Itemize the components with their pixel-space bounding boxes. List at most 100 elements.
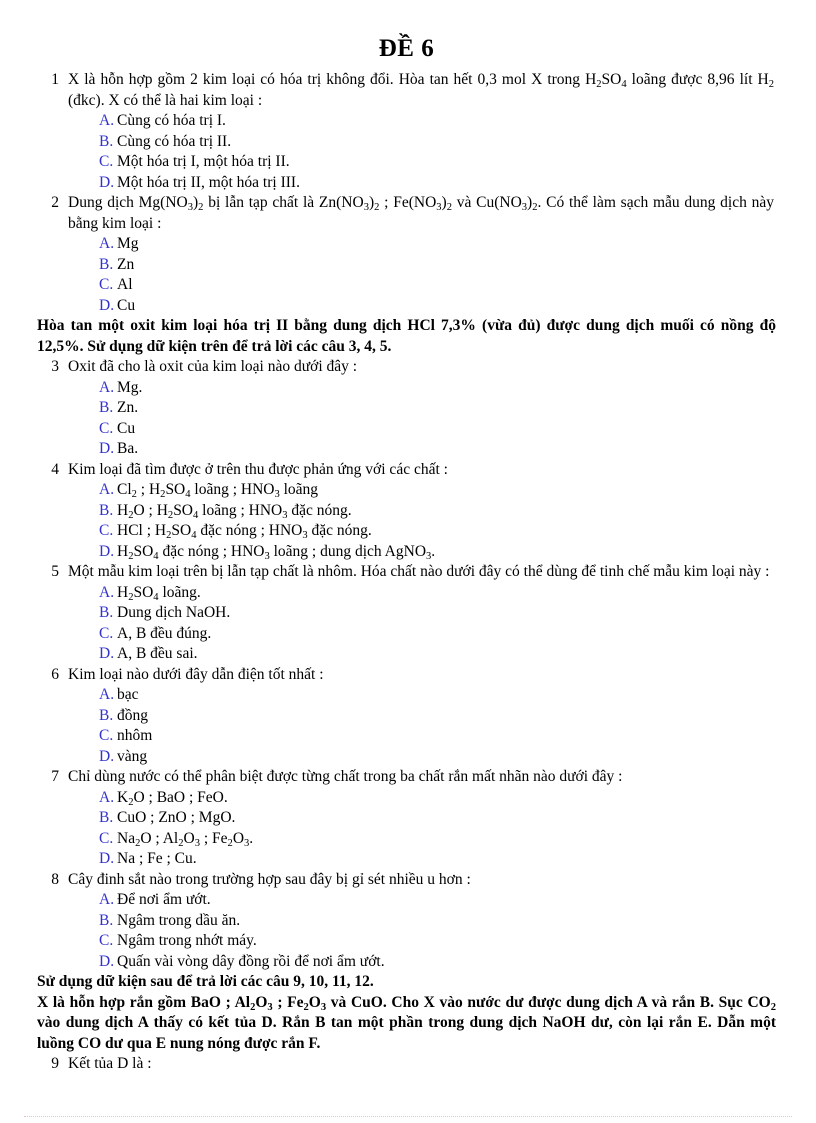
exam-page: ĐỀ 6 1 X là hỗn hợp gồm 2 kim loại có hóa…: [0, 0, 816, 1123]
question-number: 8: [51, 870, 59, 888]
option-D[interactable]: D. Cu: [99, 296, 776, 317]
option-letter: D.: [99, 850, 115, 867]
question-text: Kim loại nào dưới đây dẫn điện tốt nhất …: [68, 665, 324, 683]
option-letter: C.: [99, 276, 114, 293]
option-D[interactable]: D. Na ; Fe ; Cu.: [99, 849, 776, 870]
option-text: Ngâm trong dầu ăn.: [117, 911, 241, 929]
option-B[interactable]: B. Dung dịch NaOH.: [99, 603, 776, 624]
option-text: bạc: [117, 686, 139, 703]
option-A[interactable]: A. Mg: [99, 234, 776, 255]
option-A[interactable]: A. Cùng có hóa trị I.: [99, 111, 776, 132]
option-text: Mg: [117, 235, 139, 252]
option-B[interactable]: B. Zn.: [99, 398, 776, 419]
option-letter: B.: [99, 604, 114, 621]
option-text: H2SO4 đặc nóng ; HNO3 loãng ; dung dịch …: [117, 542, 436, 562]
question-text: Một mẫu kim loại trên bị lẫn tạp chất là…: [68, 563, 770, 580]
option-text: Na2O ; Al2O3 ; Fe2O3.: [117, 829, 254, 849]
option-letter: D.: [99, 542, 115, 560]
question-9: 9 Kết tủa D là :: [37, 1054, 776, 1075]
option-C[interactable]: C. Na2O ; Al2O3 ; Fe2O3.: [99, 829, 776, 850]
option-letter: B.: [99, 706, 114, 724]
question-7: 7 Chỉ dùng nước có thể phân biệt được từn…: [37, 767, 776, 870]
option-list: A. Cùng có hóa trị I. B. Cùng có hóa trị II…: [68, 111, 776, 193]
option-C[interactable]: C. HCl ; H2SO4 đặc nóng ; HNO3 đặc nóng.: [99, 521, 776, 542]
option-text: Cu: [117, 419, 136, 437]
option-text: Al: [117, 276, 133, 293]
option-B[interactable]: B. Zn: [99, 255, 776, 276]
option-B[interactable]: B. Cùng có hóa trị II.: [99, 132, 776, 153]
question-number: 2: [51, 194, 59, 211]
question-5: 5 Một mẫu kim loại trên bị lẫn tạp chất l…: [37, 562, 776, 665]
instruction-paragraph: X là hỗn hợp rắn gồm BaO ; Al2O3 ; Fe2O3…: [37, 993, 776, 1052]
option-C[interactable]: C. Ngâm trong nhớt máy.: [99, 931, 776, 952]
option-text: Cl2 ; H2SO4 loãng ; HNO3 loãng: [117, 481, 319, 500]
option-letter: B.: [99, 501, 114, 519]
option-text: Ngâm trong nhớt máy.: [117, 932, 257, 949]
option-C[interactable]: C. Cu: [99, 419, 776, 440]
option-text: K2O ; BaO ; FeO.: [117, 788, 228, 808]
question-text: Kết tủa D là :: [68, 1055, 152, 1072]
question-4: 4 Kim loại đã tìm được ở trên thu được ph…: [37, 460, 776, 563]
option-B[interactable]: B. đồng: [99, 706, 776, 727]
option-D[interactable]: D. Ba.: [99, 439, 776, 460]
option-A[interactable]: A. bạc: [99, 685, 776, 706]
option-A[interactable]: A. Để nơi ẩm ướt.: [99, 890, 776, 911]
question-number: 1: [51, 71, 59, 88]
option-letter: A.: [99, 112, 115, 129]
option-D[interactable]: D. H2SO4 đặc nóng ; HNO3 loãng ; dung dịc…: [99, 542, 776, 563]
option-A[interactable]: A. Mg.: [99, 378, 776, 399]
option-text: Để nơi ẩm ướt.: [117, 891, 211, 908]
option-text: Mg.: [117, 378, 143, 396]
question-number: 7: [51, 768, 59, 785]
instruction-paragraph: Hòa tan một oxit kim loại hóa trị II bằn…: [37, 317, 776, 355]
option-D[interactable]: D. A, B đều sai.: [99, 644, 776, 665]
option-text: Quấn vài vòng dây đồng rồi để nơi ẩm ướt…: [117, 952, 385, 970]
option-D[interactable]: D. Một hóa trị II, một hóa trị III.: [99, 173, 776, 194]
option-B[interactable]: B. CuO ; ZnO ; MgO.: [99, 808, 776, 829]
option-D[interactable]: D. vàng: [99, 747, 776, 768]
option-list: A. H2SO4 loãng. B. Dung dịch NaOH. C. A, B đề…: [68, 583, 776, 665]
question-text: Dung dịch Mg(NO3)2 bị lẫn tạp chất là Zn…: [68, 194, 774, 232]
option-letter: B.: [99, 399, 114, 416]
option-A[interactable]: A. K2O ; BaO ; FeO.: [99, 788, 776, 809]
question-text: Oxit đã cho là oxit của kim loại nào dướ…: [68, 358, 358, 375]
option-C[interactable]: C. Một hóa trị I, một hóa trị II.: [99, 152, 776, 173]
option-text: A, B đều sai.: [117, 645, 198, 662]
option-text: H2SO4 loãng.: [117, 583, 201, 603]
option-text: vàng: [117, 747, 148, 765]
option-C[interactable]: C. Al: [99, 275, 776, 296]
option-B[interactable]: B. H2O ; H2SO4 loãng ; HNO3 đặc nóng.: [99, 501, 776, 522]
option-text: Cu: [117, 296, 136, 314]
question-number: 9: [51, 1055, 59, 1072]
option-letter: C.: [99, 624, 114, 642]
option-text: Na ; Fe ; Cu.: [117, 850, 197, 867]
option-text: Ba.: [117, 440, 139, 457]
option-letter: B.: [99, 911, 114, 929]
option-letter: B.: [99, 809, 114, 826]
option-C[interactable]: C. nhôm: [99, 726, 776, 747]
option-letter: C.: [99, 522, 114, 539]
question-6: 6 Kim loại nào dưới đây dẫn điện tốt nhất…: [37, 665, 776, 768]
option-letter: D.: [99, 440, 115, 457]
option-text: H2O ; H2SO4 loãng ; HNO3 đặc nóng.: [117, 501, 352, 521]
option-letter: D.: [99, 296, 115, 314]
question-text: Kim loại đã tìm được ở trên thu được phả…: [68, 460, 448, 478]
question-number: 3: [51, 358, 59, 375]
option-letter: C.: [99, 727, 114, 744]
option-A[interactable]: A. H2SO4 loãng.: [99, 583, 776, 604]
question-number: 5: [51, 563, 59, 580]
option-C[interactable]: C. A, B đều đúng.: [99, 624, 776, 645]
option-text: Một hóa trị I, một hóa trị II.: [117, 153, 290, 170]
option-A[interactable]: A. Cl2 ; H2SO4 loãng ; HNO3 loãng: [99, 480, 776, 501]
option-text: HCl ; H2SO4 đặc nóng ; HNO3 đặc nóng.: [117, 522, 372, 541]
option-list: A. K2O ; BaO ; FeO. B. CuO ; ZnO ; MgO. C. Na…: [68, 788, 776, 870]
option-letter: C.: [99, 419, 114, 437]
option-text: Cùng có hóa trị II.: [117, 132, 232, 150]
option-list: A. Để nơi ẩm ướt. B. Ngâm trong dầu ăn. C. Ng…: [68, 890, 776, 972]
option-B[interactable]: B. Ngâm trong dầu ăn.: [99, 911, 776, 932]
option-D[interactable]: D. Quấn vài vòng dây đồng rồi để nơi ẩm ư…: [99, 952, 776, 973]
option-letter: A.: [99, 788, 115, 806]
option-letter: A.: [99, 378, 115, 396]
option-text: Cùng có hóa trị I.: [117, 112, 226, 129]
question-text: X là hỗn hợp gồm 2 kim loại có hóa trị k…: [68, 71, 775, 109]
